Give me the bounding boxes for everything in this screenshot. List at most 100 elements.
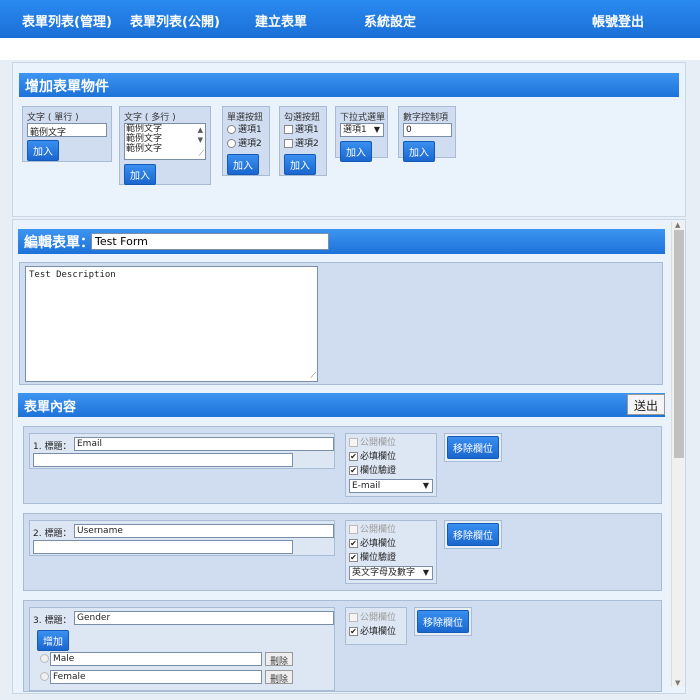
sample-textarea[interactable]: 範例文字 範例文字 範例文字 ▲ ▼ ⟋ <box>124 123 206 160</box>
public-option[interactable]: 公開欄位 <box>349 436 433 450</box>
scroll-up-icon[interactable]: ▲ <box>198 126 203 134</box>
field-card-email: 1. 標題： Email 公開欄位 必填欄位 欄位驗證 E-mail▼ 移除欄位 <box>23 426 662 504</box>
resize-handle-icon[interactable]: ⟋ <box>310 371 316 381</box>
scroll-up-icon[interactable]: ▲ <box>675 221 680 229</box>
top-nav-bar: 表單列表(管理) 表單列表(公開) 建立表單 系統設定 帳號登出 <box>0 0 700 38</box>
remove-field-button[interactable]: 移除欄位 <box>447 523 499 546</box>
sample-number-input[interactable]: 0 <box>403 123 452 137</box>
textarea-line: 範例文字 <box>126 124 163 134</box>
widget-label: 數字控制項 <box>403 113 449 123</box>
edit-form-header: 編輯表單： Test Form <box>18 229 665 254</box>
field-title-area: 2. 標題： Username <box>29 520 335 556</box>
option-label: 選項2 <box>295 139 319 149</box>
chevron-down-icon: ▼ <box>373 125 380 134</box>
nav-form-list-admin[interactable]: 表單列表(管理) <box>22 11 112 30</box>
widget-radio: 單選按鈕 選項1 選項2 加入 <box>222 106 270 176</box>
checkbox-icon <box>349 539 358 548</box>
validate-option[interactable]: 欄位驗證 <box>349 551 433 565</box>
remove-field-button[interactable]: 移除欄位 <box>447 436 499 459</box>
field-number: 1. 標題： <box>33 442 72 452</box>
radio-icon <box>227 139 236 148</box>
remove-field-button[interactable]: 移除欄位 <box>417 610 469 633</box>
delete-option-button[interactable]: 刪除 <box>265 652 294 667</box>
radio-option[interactable]: 選項1 <box>227 123 265 137</box>
scroll-down-icon[interactable]: ▼ <box>198 136 203 144</box>
field-number: 3. 標題： <box>33 616 72 626</box>
form-title-input[interactable]: Test Form <box>91 233 329 250</box>
submit-button[interactable]: 送出 <box>626 394 665 415</box>
field-title-input[interactable]: Gender <box>74 611 334 625</box>
textarea-line: 範例文字 <box>126 144 163 154</box>
radio-option[interactable]: 選項2 <box>227 137 265 151</box>
dropdown-value: 選項1 <box>343 125 367 135</box>
add-option-button[interactable]: 增加 <box>37 630 69 651</box>
required-option[interactable]: 必填欄位 <box>349 537 433 551</box>
textarea-line: 範例文字 <box>126 134 163 144</box>
add-text-single-button[interactable]: 加入 <box>27 140 59 161</box>
field-title-input[interactable]: Email <box>74 437 334 451</box>
checkbox-icon <box>349 525 358 534</box>
form-content-title: 表單內容 <box>24 400 77 415</box>
description-area: Test Description ⟋ <box>19 262 663 385</box>
checkbox-icon <box>349 553 358 562</box>
nav-system-settings[interactable]: 系統設定 <box>364 11 416 30</box>
add-dropdown-button[interactable]: 加入 <box>340 141 372 162</box>
description-textarea[interactable]: Test Description ⟋ <box>25 266 318 382</box>
option-input[interactable]: Male <box>50 652 262 666</box>
checkbox-icon <box>349 452 358 461</box>
checkbox-icon <box>284 125 293 134</box>
edit-panel-scrollbar[interactable]: ▲ ▼ <box>671 221 685 687</box>
widget-dropdown: 下拉式選單 選項1 ▼ 加入 <box>335 106 388 162</box>
add-text-multi-button[interactable]: 加入 <box>124 164 156 185</box>
scrollbar-thumb[interactable] <box>674 230 684 458</box>
field-title-input[interactable]: Username <box>74 524 334 538</box>
field-title-area: 1. 標題： Email <box>29 433 335 469</box>
description-text: Test Description <box>29 270 116 280</box>
public-option[interactable]: 公開欄位 <box>349 523 433 537</box>
field-card-gender: 3. 標題： Gender 增加 Male 刪除 Female 刪除 公開欄位 … <box>23 600 662 692</box>
add-objects-title: 增加表單物件 <box>19 73 679 97</box>
nav-create-form[interactable]: 建立表單 <box>255 11 307 30</box>
widget-label: 勾選按鈕 <box>284 113 321 123</box>
option-label: 選項1 <box>295 125 319 135</box>
checkbox-option[interactable]: 選項1 <box>284 123 322 137</box>
add-checkbox-button[interactable]: 加入 <box>284 154 316 175</box>
field-card-username: 2. 標題： Username 公開欄位 必填欄位 欄位驗證 英文字母及數字▼ … <box>23 513 662 591</box>
remove-field-wrap: 移除欄位 <box>414 607 472 636</box>
checkbox-option[interactable]: 選項2 <box>284 137 322 151</box>
option-input[interactable]: Female <box>50 670 262 684</box>
delete-option-button[interactable]: 刪除 <box>265 670 294 685</box>
validate-option[interactable]: 欄位驗證 <box>349 464 433 478</box>
form-content-header: 表單內容 送出 <box>18 393 665 417</box>
scroll-down-icon[interactable]: ▼ <box>675 679 680 687</box>
remove-field-wrap: 移除欄位 <box>444 433 502 462</box>
field-title-area: 3. 標題： Gender 增加 Male 刪除 Female 刪除 <box>29 607 335 691</box>
validation-select[interactable]: 英文字母及數字 ▼ <box>349 566 433 580</box>
radio-icon <box>227 125 236 134</box>
chevron-down-icon: ▼ <box>422 568 429 577</box>
nav-logout[interactable]: 帳號登出 <box>592 11 644 30</box>
widget-label: 文字 ( 單行 ) <box>27 113 79 123</box>
resize-handle-icon[interactable]: ⟋ <box>198 149 204 159</box>
field-preview-input[interactable] <box>33 540 293 554</box>
header-spacer <box>0 38 700 60</box>
add-radio-button[interactable]: 加入 <box>227 154 259 175</box>
widget-label: 下拉式選單 <box>340 113 386 123</box>
widget-text-multi: 文字 ( 多行 ) 範例文字 範例文字 範例文字 ▲ ▼ ⟋ 加入 <box>119 106 211 185</box>
checkbox-icon <box>284 139 293 148</box>
add-number-button[interactable]: 加入 <box>403 141 435 162</box>
public-option[interactable]: 公開欄位 <box>349 611 403 625</box>
widget-checkbox: 勾選按鈕 選項1 選項2 加入 <box>279 106 327 176</box>
checkbox-icon <box>349 627 358 636</box>
sample-text-input[interactable]: 範例文字 <box>27 123 107 137</box>
sample-dropdown[interactable]: 選項1 ▼ <box>340 123 384 137</box>
option-label: 選項1 <box>238 125 262 135</box>
field-preview-input[interactable] <box>33 453 293 467</box>
radio-icon <box>40 672 49 681</box>
nav-form-list-public[interactable]: 表單列表(公開) <box>130 11 220 30</box>
validation-select[interactable]: E-mail ▼ <box>349 479 433 493</box>
required-option[interactable]: 必填欄位 <box>349 450 433 464</box>
add-objects-panel: 增加表單物件 文字 ( 單行 ) 範例文字 加入 文字 ( 多行 ) 範例文字 … <box>12 62 686 217</box>
required-option[interactable]: 必填欄位 <box>349 625 403 639</box>
checkbox-icon <box>349 466 358 475</box>
